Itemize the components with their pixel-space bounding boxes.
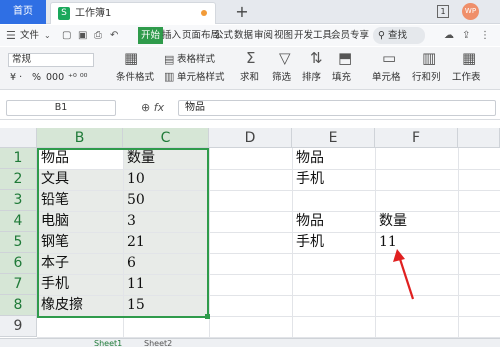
row-header-9[interactable]: 9 — [0, 316, 37, 337]
table-style-button[interactable]: 表格样式 — [177, 54, 215, 66]
currency-button[interactable]: ¥ · — [10, 72, 22, 84]
document-tab[interactable]: S 工作簿1 — [50, 2, 216, 24]
hamburger-menu-icon[interactable]: ☰ — [6, 28, 16, 44]
share-icon[interactable]: ⇪ — [462, 28, 470, 44]
search-label: 查找 — [388, 30, 408, 41]
cell-icon[interactable]: ▭ — [382, 50, 396, 66]
cell-e1[interactable]: 物品 — [293, 148, 324, 169]
zoom-icon[interactable]: ⊕ — [141, 101, 150, 114]
row-header-5[interactable]: 5 — [0, 232, 37, 253]
column-header-d[interactable]: D — [209, 128, 292, 148]
worksheet-icon[interactable]: ▦ — [462, 50, 476, 66]
row-header-8[interactable]: 8 — [0, 295, 37, 316]
gridline — [209, 148, 210, 338]
thousands-button[interactable]: 000 — [46, 72, 64, 84]
ribbon-toolbar: 常规 ¥ · % 000 ⁺⁰ ⁰⁰ ▦ 条件格式 ▤ 表格样式 ▥ 单元格样式… — [0, 47, 500, 90]
row-header-4[interactable]: 4 — [0, 211, 37, 232]
row-header-7[interactable]: 7 — [0, 274, 37, 295]
menu-view[interactable]: 视图 — [274, 25, 293, 46]
print-icon[interactable]: ⎙ — [94, 28, 102, 44]
cell-style-button[interactable]: 单元格样式 — [177, 72, 225, 84]
row-col-icon[interactable]: ▥ — [422, 50, 436, 66]
menu-review[interactable]: 审阅 — [254, 25, 273, 46]
home-tab[interactable]: 首页 — [0, 0, 46, 24]
undo-icon[interactable]: ↶ — [110, 28, 118, 44]
filter-icon[interactable]: ▽ — [279, 50, 291, 66]
cell-style-icon[interactable]: ▥ — [164, 69, 174, 85]
row-col-button[interactable]: 行和列 — [412, 72, 441, 84]
menu-developer[interactable]: 开发工具 — [294, 25, 332, 46]
row-header-1[interactable]: 1 — [0, 148, 37, 169]
unsaved-dot-icon — [201, 10, 207, 16]
new-tab-button[interactable]: + — [232, 2, 252, 22]
select-all-corner[interactable] — [0, 128, 37, 148]
cell-e5[interactable]: 手机 — [293, 232, 324, 253]
number-format-select[interactable]: 常规 — [8, 53, 94, 67]
gridline — [458, 148, 459, 338]
sheet-tab-bar: Sheet1 Sheet2 — [0, 338, 500, 348]
column-header-e[interactable]: E — [292, 128, 375, 148]
more-icon[interactable]: ⋮ — [480, 28, 490, 44]
row-header-3[interactable]: 3 — [0, 190, 37, 211]
column-header-b[interactable]: B — [37, 128, 123, 148]
sort-icon[interactable]: ⇅ — [310, 50, 323, 66]
name-box[interactable]: B1 — [6, 100, 116, 116]
cell-button[interactable]: 单元格 — [372, 72, 401, 84]
filter-button[interactable]: 筛选 — [272, 72, 291, 84]
menu-home[interactable]: 开始 — [138, 27, 164, 44]
menu-bar: ☰ 文件 ⌄ ▢ ▣ ⎙ ↶ 开始 插入 页面布局 公式 数据 审阅 视图 开发… — [0, 25, 500, 46]
row-header-6[interactable]: 6 — [0, 253, 37, 274]
document-title: 工作簿1 — [75, 8, 112, 19]
worksheet-button[interactable]: 工作表 — [452, 72, 481, 84]
fill-handle[interactable] — [205, 314, 210, 319]
menu-formula[interactable]: 公式 — [214, 25, 233, 46]
menu-data[interactable]: 数据 — [234, 25, 253, 46]
percent-button[interactable]: % — [32, 72, 41, 84]
export-pdf-icon[interactable]: ▣ — [78, 28, 87, 44]
menu-file[interactable]: 文件 — [20, 25, 39, 46]
menu-insert[interactable]: 插入 — [162, 25, 181, 46]
tab-bar: 首页 S 工作簿1 + 1 WP — [0, 0, 500, 24]
formula-input[interactable]: 物品 — [178, 100, 496, 116]
column-header-f[interactable]: F — [375, 128, 458, 148]
selection-border — [37, 148, 209, 318]
fx-icon[interactable]: fx — [154, 101, 164, 114]
avatar[interactable]: WP — [462, 3, 479, 20]
dropdown-chevron-icon[interactable]: ⌄ — [44, 28, 51, 44]
table-style-icon[interactable]: ▤ — [164, 52, 174, 68]
cloud-icon[interactable]: ☁ — [444, 28, 454, 44]
cell-f4[interactable]: 数量 — [376, 211, 407, 232]
formula-bar: B1 ⊕ fx 物品 — [0, 96, 500, 120]
window-count-badge[interactable]: 1 — [437, 5, 449, 18]
sum-button[interactable]: 求和 — [240, 72, 259, 84]
column-header-c[interactable]: C — [123, 128, 209, 148]
menu-member[interactable]: 会员专享 — [331, 25, 369, 46]
fill-button[interactable]: 填充 — [332, 72, 351, 84]
search-icon: ⚲ — [378, 30, 385, 41]
sort-button[interactable]: 排序 — [302, 72, 321, 84]
formula-tools[interactable]: ⊕ fx — [141, 100, 164, 116]
column-header-g[interactable] — [458, 128, 500, 148]
cell-e4[interactable]: 物品 — [293, 211, 324, 232]
save-icon[interactable]: ▢ — [62, 28, 71, 44]
red-arrow-icon — [393, 249, 415, 300]
row-header-2[interactable]: 2 — [0, 169, 37, 190]
decimal-buttons[interactable]: ⁺⁰ ⁰⁰ — [68, 72, 87, 84]
search-button[interactable]: ⚲ 查找 — [373, 27, 425, 44]
conditional-format-icon[interactable]: ▦ — [124, 50, 138, 66]
cell-e2[interactable]: 手机 — [293, 169, 324, 190]
spreadsheet-grid: B C D E F 1 2 3 4 5 6 7 8 9 物品 数量 文具 10 … — [0, 128, 500, 338]
fill-icon[interactable]: ⬒ — [338, 50, 352, 66]
conditional-format-button[interactable]: 条件格式 — [116, 72, 154, 84]
sum-icon[interactable]: Σ — [246, 50, 255, 66]
spreadsheet-icon: S — [58, 7, 70, 20]
